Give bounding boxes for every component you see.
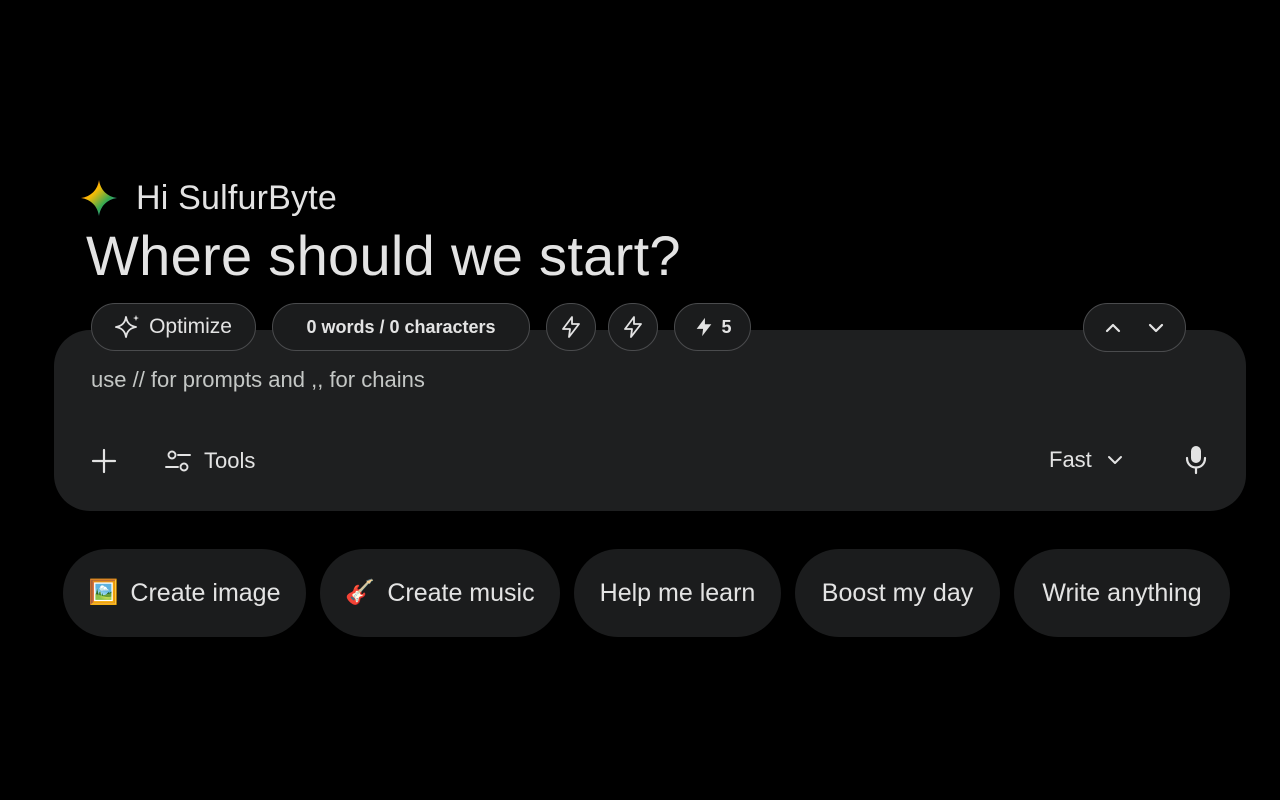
greeting-row: Hi SulfurByte: [80, 176, 337, 220]
optimize-button[interactable]: Optimize: [91, 303, 256, 351]
suggestion-label: Help me learn: [599, 578, 756, 607]
microphone-button[interactable]: [1180, 441, 1212, 479]
tools-button[interactable]: Tools: [164, 444, 255, 478]
gemini-spark-icon: [81, 180, 117, 216]
chevron-down-icon: [1148, 323, 1163, 332]
help-me-learn-chip[interactable]: Help me learn: [574, 549, 781, 637]
mode-label: Fast: [1049, 447, 1092, 472]
write-anything-chip[interactable]: Write anything: [1014, 549, 1230, 637]
microphone-icon: [1185, 446, 1207, 475]
word-count-badge[interactable]: 0 words / 0 characters: [272, 303, 530, 351]
suggestion-label: Boost my day: [821, 578, 974, 607]
lightning-bolt-icon: [562, 316, 580, 338]
tune-icon: [165, 450, 191, 472]
prompt-input[interactable]: use // for prompts and ,, for chains: [91, 367, 425, 393]
create-image-chip[interactable]: 🖼️ Create image: [63, 549, 306, 637]
extension-toolbar: Optimize 0 words / 0 characters 5: [91, 303, 751, 351]
page-title: Where should we start?: [86, 224, 681, 287]
suggestion-chips: 🖼️ Create image 🎸 Create music Help me l…: [63, 549, 1230, 637]
prompt-navigation: [1083, 303, 1186, 352]
sparkle-icon: [115, 315, 140, 338]
bolt-count: 5: [721, 316, 732, 337]
chevron-down-icon: [1107, 456, 1122, 464]
bolt-button-1[interactable]: [546, 303, 596, 351]
bolt-button-2[interactable]: [608, 303, 658, 351]
model-mode-select[interactable]: Fast: [1049, 443, 1124, 477]
page: Hi SulfurByte Where should we start? Opt…: [0, 0, 1280, 800]
guitar-icon: 🎸: [345, 579, 376, 606]
suggestion-label: Write anything: [1042, 578, 1202, 607]
tools-label: Tools: [204, 448, 256, 473]
picture-icon: 🖼️: [88, 579, 119, 606]
composer-actions: Tools Fast: [0, 440, 1280, 484]
lightning-bolt-icon: [624, 316, 642, 338]
optimize-label: Optimize: [149, 315, 232, 338]
previous-prompt-button[interactable]: [1095, 310, 1131, 346]
suggestion-label: Create image: [130, 578, 281, 607]
suggestion-label: Create music: [387, 578, 535, 607]
greeting-text: Hi SulfurByte: [136, 178, 338, 217]
lightning-bolt-icon: [697, 317, 712, 337]
chevron-up-icon: [1106, 323, 1121, 332]
next-prompt-button[interactable]: [1138, 310, 1174, 346]
plus-icon: [91, 448, 117, 474]
boost-my-day-chip[interactable]: Boost my day: [795, 549, 1000, 637]
create-music-chip[interactable]: 🎸 Create music: [320, 549, 560, 637]
bolt-count-button[interactable]: 5: [674, 303, 751, 351]
add-attachment-button[interactable]: [88, 444, 120, 478]
word-count-label: 0 words / 0 characters: [306, 316, 496, 337]
